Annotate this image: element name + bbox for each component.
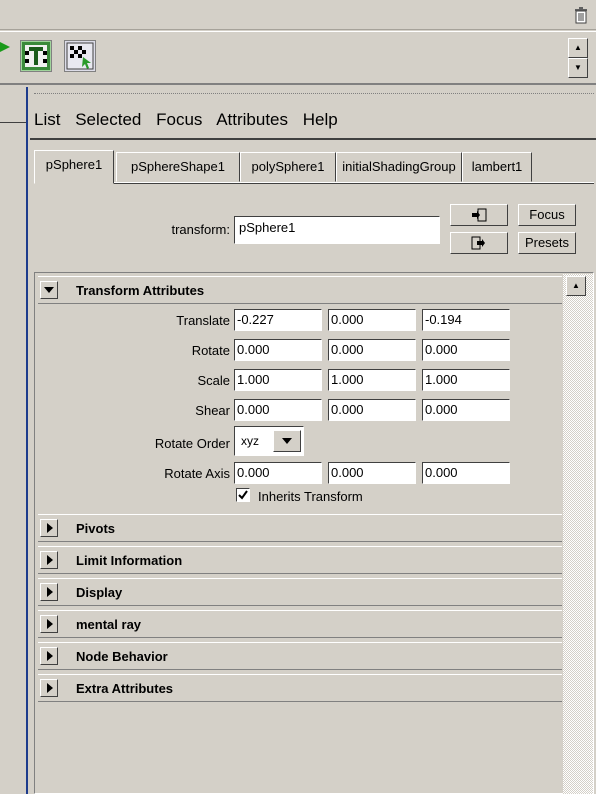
rotate-y-field[interactable]: 0.000 <box>328 339 416 361</box>
tab-initialshadinggroup[interactable]: initialShadingGroup <box>336 152 462 182</box>
load-attributes-button[interactable] <box>450 204 508 226</box>
tab-polysphere1[interactable]: polySphere1 <box>240 152 336 182</box>
rotate-axis-y-field[interactable]: 0.000 <box>328 462 416 484</box>
menu-selected[interactable]: Selected <box>75 110 141 129</box>
presets-button[interactable]: Presets <box>518 232 576 254</box>
scale-label: Scale <box>197 373 230 388</box>
translate-y-field[interactable]: 0.000 <box>328 309 416 331</box>
section-mental-ray[interactable]: mental ray <box>38 610 562 638</box>
chevron-down-icon[interactable] <box>273 430 301 452</box>
node-type-label: transform: <box>171 222 230 237</box>
triangle-down-icon[interactable] <box>40 281 58 299</box>
node-name-field[interactable]: pSphere1 <box>234 216 440 244</box>
section-display[interactable]: Display <box>38 578 562 606</box>
section-limit-information[interactable]: Limit Information <box>38 546 562 574</box>
shelf-scroll-up[interactable]: ▲ <box>568 38 588 58</box>
section-extra-attributes[interactable]: Extra Attributes <box>38 674 562 702</box>
copy-tab-button[interactable] <box>450 232 508 254</box>
menu-focus[interactable]: Focus <box>156 110 202 129</box>
translate-x-field[interactable]: -0.227 <box>234 309 322 331</box>
section-node-behavior[interactable]: Node Behavior <box>38 642 562 670</box>
section-title: mental ray <box>76 617 142 632</box>
shelf-arrow-icon <box>0 42 10 52</box>
shear-label: Shear <box>195 403 230 418</box>
checkmark-icon <box>238 490 248 500</box>
rotate-label: Rotate <box>191 343 230 358</box>
translate-z-field[interactable]: -0.194 <box>422 309 510 331</box>
left-panel-divider <box>0 122 26 123</box>
menu-help[interactable]: Help <box>303 110 338 129</box>
triangle-right-icon[interactable] <box>40 615 58 633</box>
translate-label: Translate <box>176 313 230 328</box>
arrow-in-icon <box>472 208 487 222</box>
tear-off-handle[interactable] <box>34 93 594 97</box>
top-strip <box>0 0 596 30</box>
rotate-order-value: xyz <box>241 434 259 448</box>
focus-button[interactable]: Focus <box>518 204 576 226</box>
tab-psphere1[interactable]: pSphere1 <box>34 150 114 184</box>
paint-tool-icon[interactable] <box>64 40 96 72</box>
scale-x-field[interactable]: 1.000 <box>234 369 322 391</box>
shelf-scroll-down[interactable]: ▼ <box>568 58 588 78</box>
rotate-axis-x-field[interactable]: 0.000 <box>234 462 322 484</box>
triangle-right-icon[interactable] <box>40 583 58 601</box>
shelf: ▲ ▼ <box>0 31 596 85</box>
inherits-transform-checkbox[interactable] <box>236 488 250 502</box>
rotate-order-label: Rotate Order <box>154 436 230 451</box>
tab-lambert1[interactable]: lambert1 <box>462 152 532 182</box>
rotate-axis-z-field[interactable]: 0.000 <box>422 462 510 484</box>
trash-icon[interactable] <box>574 6 588 24</box>
shear-y-field[interactable]: 0.000 <box>328 399 416 421</box>
section-title: Node Behavior <box>76 649 168 664</box>
section-title: Pivots <box>76 521 116 536</box>
tab-bar: pSphere1 pSphereShape1 polySphere1 initi… <box>34 150 594 188</box>
rotate-x-field[interactable]: 0.000 <box>234 339 322 361</box>
triangle-right-icon[interactable] <box>40 551 58 569</box>
attributes-scroll-up[interactable]: ▲ <box>566 276 586 296</box>
section-title: Extra Attributes <box>76 681 174 696</box>
menu-attributes[interactable]: Attributes <box>216 110 288 129</box>
scale-y-field[interactable]: 1.000 <box>328 369 416 391</box>
rotate-order-dropdown[interactable]: xyz <box>234 426 304 456</box>
menubar: List Selected Focus Attributes Help <box>34 110 348 138</box>
tab-psphereshape1[interactable]: pSphereShape1 <box>116 152 240 182</box>
section-transform-attributes[interactable]: Transform Attributes <box>38 276 562 304</box>
rotate-z-field[interactable]: 0.000 <box>422 339 510 361</box>
triangle-right-icon[interactable] <box>40 647 58 665</box>
section-title: Display <box>76 585 123 600</box>
arrow-out-icon <box>471 236 485 250</box>
section-title: Transform Attributes <box>76 283 205 298</box>
attributes-scrollbar[interactable] <box>563 274 593 794</box>
rotate-axis-label: Rotate Axis <box>164 466 230 481</box>
scale-z-field[interactable]: 1.000 <box>422 369 510 391</box>
shear-z-field[interactable]: 0.000 <box>422 399 510 421</box>
triangle-right-icon[interactable] <box>40 519 58 537</box>
section-title: Limit Information <box>76 553 183 568</box>
shear-x-field[interactable]: 0.000 <box>234 399 322 421</box>
section-pivots[interactable]: Pivots <box>38 514 562 542</box>
menubar-divider <box>30 138 596 140</box>
left-panel <box>0 87 28 794</box>
triangle-right-icon[interactable] <box>40 679 58 697</box>
joint-tool-icon[interactable] <box>20 40 52 72</box>
inherits-transform-label: Inherits Transform <box>258 489 363 504</box>
menu-list[interactable]: List <box>34 110 60 129</box>
